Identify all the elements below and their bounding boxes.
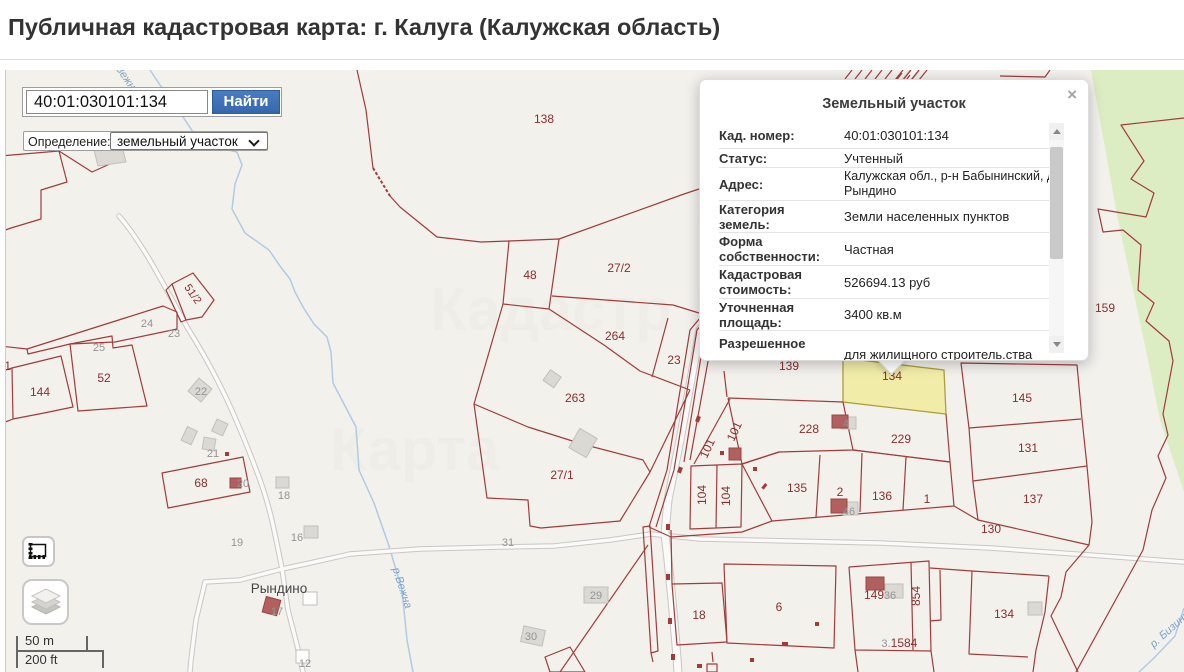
svg-text:23: 23 xyxy=(168,328,180,340)
svg-text:68: 68 xyxy=(194,476,208,490)
svg-text:229: 229 xyxy=(891,432,911,446)
svg-text:27/2: 27/2 xyxy=(607,261,631,275)
svg-text:46: 46 xyxy=(843,506,855,518)
svg-text:264: 264 xyxy=(605,329,625,343)
svg-text:29: 29 xyxy=(590,590,602,602)
svg-text:137: 137 xyxy=(1023,492,1043,506)
svg-text:104: 104 xyxy=(695,485,709,505)
svg-text:135: 135 xyxy=(787,481,807,495)
svg-text:104: 104 xyxy=(719,486,733,506)
svg-text:139: 139 xyxy=(779,359,799,373)
svg-text:4: 4 xyxy=(843,418,849,430)
svg-text:27/1: 27/1 xyxy=(550,468,574,482)
svg-text:6: 6 xyxy=(776,600,783,614)
svg-text:131: 131 xyxy=(1018,441,1038,455)
svg-text:145: 145 xyxy=(1012,391,1032,405)
svg-text:149: 149 xyxy=(864,588,884,602)
svg-text:16: 16 xyxy=(291,532,303,544)
svg-text:1584: 1584 xyxy=(891,636,918,650)
svg-text:854: 854 xyxy=(909,586,923,606)
svg-text:18: 18 xyxy=(278,490,290,502)
svg-text:159: 159 xyxy=(1095,301,1115,315)
svg-text:1: 1 xyxy=(924,492,931,506)
svg-text:136: 136 xyxy=(872,489,892,503)
svg-text:23: 23 xyxy=(667,353,681,367)
svg-text:20: 20 xyxy=(237,478,249,490)
svg-text:134: 134 xyxy=(994,607,1014,621)
svg-text:130: 130 xyxy=(981,522,1001,536)
svg-text:36: 36 xyxy=(884,590,896,602)
svg-text:228: 228 xyxy=(799,422,819,436)
svg-text:138: 138 xyxy=(534,112,554,126)
svg-text:22: 22 xyxy=(195,386,207,398)
svg-text:2: 2 xyxy=(837,485,844,499)
svg-text:263: 263 xyxy=(565,391,585,405)
svg-text:19: 19 xyxy=(231,537,243,549)
svg-text:3.: 3. xyxy=(881,638,890,650)
svg-text:18: 18 xyxy=(692,608,706,622)
svg-text:Рындино: Рындино xyxy=(251,581,308,596)
svg-text:12: 12 xyxy=(299,658,311,670)
svg-text:21: 21 xyxy=(207,448,219,460)
svg-text:31: 31 xyxy=(502,537,514,549)
svg-text:17: 17 xyxy=(271,606,283,618)
svg-text:30: 30 xyxy=(525,631,537,643)
svg-text:48: 48 xyxy=(523,268,537,282)
svg-text:24: 24 xyxy=(141,318,153,330)
